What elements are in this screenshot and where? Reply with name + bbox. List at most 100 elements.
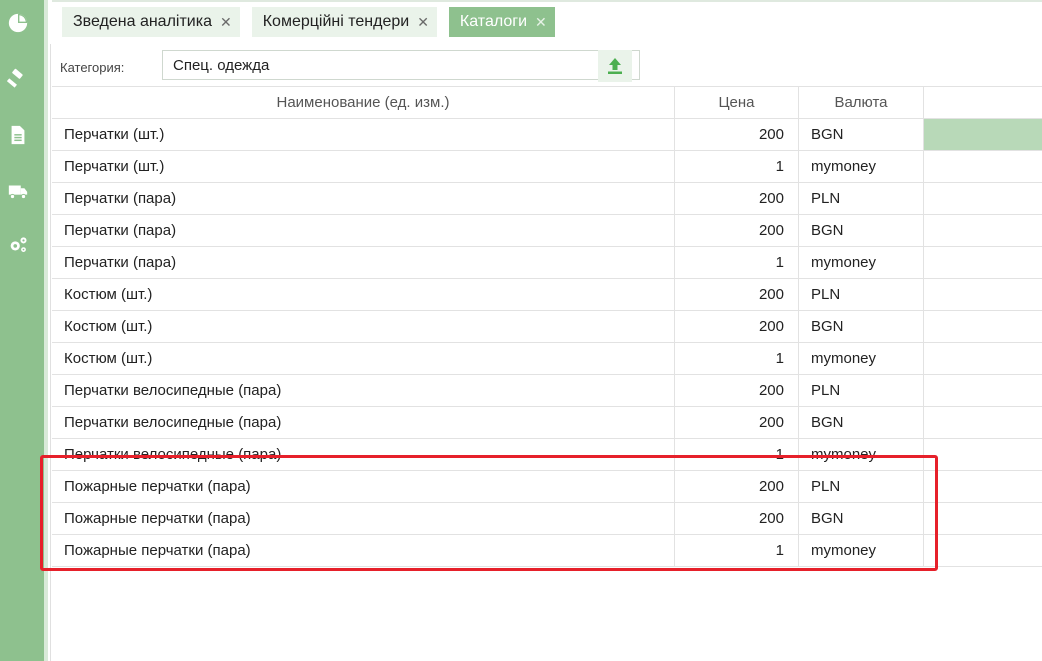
table-row[interactable]: Перчатки велосипедные (пара) 200 BGN	[52, 407, 1042, 439]
pie-chart-icon[interactable]	[5, 10, 31, 36]
column-header-empty	[924, 87, 1042, 118]
cell-currency: BGN	[799, 215, 924, 246]
catalog-table: Наименование (ед. изм.) Цена Валюта Перч…	[52, 86, 1042, 567]
cell-empty	[924, 375, 1042, 406]
top-divider	[52, 0, 1042, 2]
cell-price: 200	[675, 375, 799, 406]
category-select[interactable]: Спец. одежда	[162, 50, 640, 80]
cell-price: 200	[675, 279, 799, 310]
cell-currency: PLN	[799, 375, 924, 406]
cell-empty	[924, 439, 1042, 470]
cell-price: 1	[675, 535, 799, 566]
column-header-currency[interactable]: Валюта	[799, 87, 924, 118]
cell-price: 200	[675, 119, 799, 150]
cell-empty	[924, 183, 1042, 214]
tab-summary-analytics[interactable]: Зведена аналітика ✕	[62, 7, 240, 37]
table-row[interactable]: Костюм (шт.) 200 PLN	[52, 279, 1042, 311]
cell-name: Костюм (шт.)	[52, 279, 675, 310]
category-bar: Категория: Спец. одежда	[52, 44, 1042, 86]
cell-price: 200	[675, 311, 799, 342]
cell-name: Костюм (шт.)	[52, 311, 675, 342]
cell-price: 1	[675, 151, 799, 182]
cell-currency: mymoney	[799, 343, 924, 374]
table-row[interactable]: Перчатки (пара) 200 PLN	[52, 183, 1042, 215]
table-row[interactable]: Перчатки (шт.) 1 mymoney	[52, 151, 1042, 183]
cell-name: Пожарные перчатки (пара)	[52, 471, 675, 502]
cell-currency: PLN	[799, 183, 924, 214]
table-row[interactable]: Перчатки (пара) 1 mymoney	[52, 247, 1042, 279]
cell-empty	[924, 151, 1042, 182]
close-icon[interactable]: ✕	[417, 15, 429, 29]
cell-empty	[924, 247, 1042, 278]
table-row[interactable]: Пожарные перчатки (пара) 200 PLN	[52, 471, 1042, 503]
cell-name: Костюм (шт.)	[52, 343, 675, 374]
cell-name: Перчатки (пара)	[52, 247, 675, 278]
cell-empty	[924, 407, 1042, 438]
column-header-name[interactable]: Наименование (ед. изм.)	[52, 87, 675, 118]
category-value: Спец. одежда	[173, 57, 270, 74]
cell-name: Перчатки велосипедные (пара)	[52, 407, 675, 438]
cell-name: Пожарные перчатки (пара)	[52, 503, 675, 534]
truck-icon[interactable]	[5, 178, 31, 204]
cell-name: Перчатки велосипедные (пара)	[52, 375, 675, 406]
cell-currency: mymoney	[799, 247, 924, 278]
close-icon[interactable]: ✕	[220, 15, 232, 29]
cell-price: 200	[675, 503, 799, 534]
tab-label: Каталоги	[459, 13, 528, 30]
table-row[interactable]: Перчатки (пара) 200 BGN	[52, 215, 1042, 247]
cell-name: Перчатки (шт.)	[52, 119, 675, 150]
cell-currency: PLN	[799, 279, 924, 310]
cell-price: 200	[675, 215, 799, 246]
cell-name: Перчатки (пара)	[52, 215, 675, 246]
tab-catalogs[interactable]: Каталоги ✕	[448, 7, 555, 37]
cell-empty	[924, 535, 1042, 566]
table-row[interactable]: Костюм (шт.) 200 BGN	[52, 311, 1042, 343]
tab-label: Комерційні тендери	[262, 13, 410, 30]
cell-name: Перчатки велосипедные (пара)	[52, 439, 675, 470]
table-row[interactable]: Перчатки велосипедные (пара) 200 PLN	[52, 375, 1042, 407]
cell-empty	[924, 471, 1042, 502]
category-label: Категория:	[60, 60, 125, 75]
gears-icon[interactable]	[5, 232, 31, 258]
tab-bar: Зведена аналітика ✕ Комерційні тендери ✕…	[62, 7, 555, 37]
cell-empty	[924, 343, 1042, 374]
cell-currency: mymoney	[799, 535, 924, 566]
cell-empty	[924, 311, 1042, 342]
cell-empty	[924, 503, 1042, 534]
column-header-price[interactable]: Цена	[675, 87, 799, 118]
tab-commercial-tenders[interactable]: Комерційні тендери ✕	[251, 7, 437, 37]
cell-currency: mymoney	[799, 439, 924, 470]
table-row[interactable]: Пожарные перчатки (пара) 1 mymoney	[52, 535, 1042, 567]
cell-name: Пожарные перчатки (пара)	[52, 535, 675, 566]
cell-name: Перчатки (пара)	[52, 183, 675, 214]
upload-button[interactable]	[598, 50, 632, 82]
cell-name: Перчатки (шт.)	[52, 151, 675, 182]
content-divider	[50, 44, 51, 661]
left-sidebar	[0, 0, 48, 661]
cell-currency: BGN	[799, 119, 924, 150]
gavel-icon[interactable]	[5, 66, 31, 92]
table-row[interactable]: Перчатки велосипедные (пара) 1 mymoney	[52, 439, 1042, 471]
cell-price: 200	[675, 407, 799, 438]
cell-currency: BGN	[799, 311, 924, 342]
cell-price: 1	[675, 343, 799, 374]
close-icon[interactable]: ✕	[535, 15, 547, 29]
cell-price: 1	[675, 247, 799, 278]
cell-empty	[924, 215, 1042, 246]
table-row[interactable]: Пожарные перчатки (пара) 200 BGN	[52, 503, 1042, 535]
table-row[interactable]: Костюм (шт.) 1 mymoney	[52, 343, 1042, 375]
document-icon[interactable]	[5, 122, 31, 148]
cell-price: 1	[675, 439, 799, 470]
cell-empty	[924, 119, 1042, 150]
table-row[interactable]: Перчатки (шт.) 200 BGN	[52, 119, 1042, 151]
cell-price: 200	[675, 183, 799, 214]
cell-currency: BGN	[799, 503, 924, 534]
table-header: Наименование (ед. изм.) Цена Валюта	[52, 87, 1042, 119]
cell-price: 200	[675, 471, 799, 502]
upload-icon	[608, 58, 622, 74]
tab-label: Зведена аналітика	[73, 13, 212, 30]
cell-empty	[924, 279, 1042, 310]
cell-currency: mymoney	[799, 151, 924, 182]
cell-currency: PLN	[799, 471, 924, 502]
cell-currency: BGN	[799, 407, 924, 438]
